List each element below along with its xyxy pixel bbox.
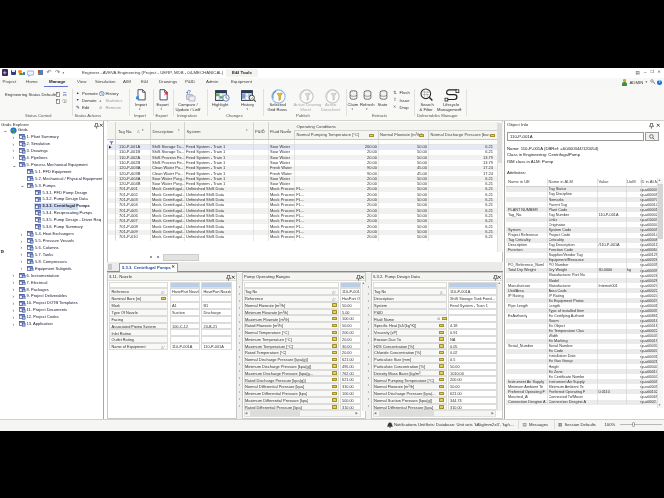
svg-text:?: ? xyxy=(188,88,192,94)
